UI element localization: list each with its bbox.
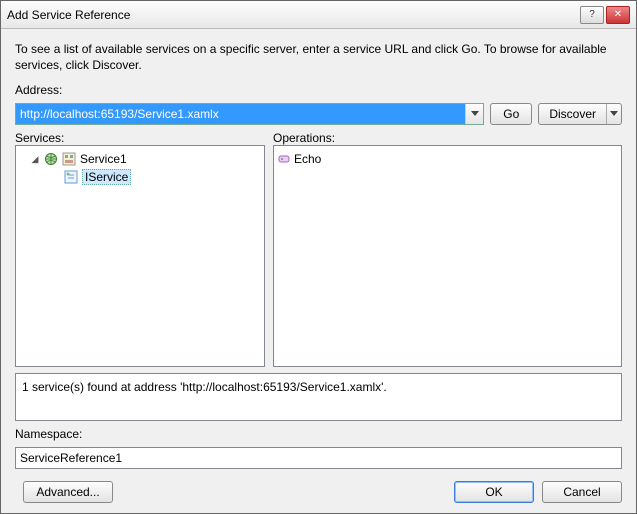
- go-button[interactable]: Go: [490, 103, 532, 125]
- ok-button[interactable]: OK: [454, 481, 534, 503]
- address-input[interactable]: [16, 104, 465, 124]
- window-title: Add Service Reference: [7, 8, 578, 22]
- services-label: Services:: [15, 131, 265, 145]
- operation-item[interactable]: Echo: [278, 150, 617, 168]
- titlebar: Add Service Reference ? ✕: [1, 1, 636, 29]
- help-button[interactable]: ?: [580, 6, 604, 24]
- dialog-window: Add Service Reference ? ✕ To see a list …: [0, 0, 637, 514]
- address-row: Go Discover: [15, 103, 622, 125]
- cancel-button[interactable]: Cancel: [542, 481, 622, 503]
- services-pane: Services: ◢ Service1 IService: [15, 131, 265, 367]
- close-button[interactable]: ✕: [606, 6, 630, 24]
- dialog-body: To see a list of available services on a…: [1, 29, 636, 513]
- ok-button-label: OK: [485, 485, 502, 499]
- discover-dropdown-arrow[interactable]: [607, 111, 621, 117]
- go-button-label: Go: [503, 107, 519, 121]
- contract-icon: [64, 170, 78, 184]
- address-label: Address:: [15, 83, 622, 97]
- address-dropdown-arrow[interactable]: [465, 104, 483, 124]
- discover-button[interactable]: Discover: [538, 103, 622, 125]
- contract-node-label: IService: [82, 169, 131, 185]
- chevron-down-icon: [471, 111, 479, 117]
- operation-icon: [278, 153, 290, 165]
- service-node[interactable]: ◢ Service1: [20, 150, 260, 168]
- chevron-down-icon: [610, 111, 618, 117]
- globe-icon: [44, 152, 58, 166]
- instruction-text: To see a list of available services on a…: [15, 41, 622, 73]
- namespace-label: Namespace:: [15, 427, 622, 441]
- operation-label: Echo: [294, 152, 321, 166]
- expand-toggle[interactable]: ◢: [30, 154, 40, 165]
- operations-pane: Operations: Echo: [273, 131, 622, 367]
- services-tree[interactable]: ◢ Service1 IService: [15, 145, 265, 367]
- panes: Services: ◢ Service1 IService Operations…: [15, 131, 622, 367]
- cancel-button-label: Cancel: [563, 485, 600, 499]
- operations-list[interactable]: Echo: [273, 145, 622, 367]
- status-text: 1 service(s) found at address 'http://lo…: [22, 380, 387, 394]
- discover-button-label: Discover: [549, 107, 596, 121]
- status-box: 1 service(s) found at address 'http://lo…: [15, 373, 622, 421]
- service-node-label: Service1: [80, 152, 127, 166]
- advanced-button-label: Advanced...: [36, 485, 99, 499]
- service-icon: [62, 152, 76, 166]
- advanced-button[interactable]: Advanced...: [23, 481, 113, 503]
- contract-node[interactable]: IService: [20, 168, 260, 186]
- address-combo[interactable]: [15, 103, 484, 125]
- footer: Advanced... OK Cancel: [15, 475, 622, 503]
- namespace-input[interactable]: [15, 447, 622, 469]
- operations-label: Operations:: [273, 131, 622, 145]
